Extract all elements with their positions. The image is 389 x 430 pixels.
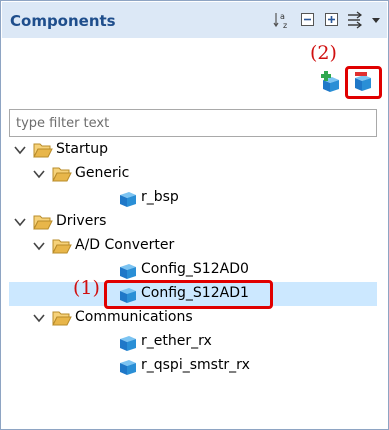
component-cube-icon — [118, 332, 138, 352]
filter-view-icon[interactable] — [346, 11, 364, 29]
tree-item-label: Drivers — [56, 213, 107, 229]
folder-open-icon — [52, 165, 72, 183]
tree-item-startup[interactable]: Startup — [9, 138, 377, 162]
svg-text:z: z — [283, 21, 287, 29]
annotation-step-2: (2) — [310, 42, 337, 64]
collapse-all-icon[interactable] — [299, 11, 317, 29]
add-component-icon[interactable] — [319, 71, 341, 93]
expand-all-icon[interactable] — [323, 11, 341, 29]
svg-text:a: a — [280, 12, 285, 21]
panel-title: Components — [10, 12, 116, 30]
tree-item-label: r_ether_rx — [141, 333, 212, 349]
tree-item-label: Startup — [56, 141, 108, 157]
chevron-down-icon[interactable] — [32, 238, 46, 252]
tree-item-config-s12ad0[interactable]: Config_S12AD0 — [9, 258, 377, 282]
tree-item-r-ether-rx[interactable]: r_ether_rx — [9, 330, 377, 354]
panel-title-bar: Components a z — [2, 2, 387, 38]
tree-item-generic[interactable]: Generic — [9, 162, 377, 186]
tree-item-drivers[interactable]: Drivers — [9, 210, 377, 234]
tree-item-label: r_bsp — [141, 189, 179, 205]
tree-item-label: Generic — [75, 165, 130, 181]
tree-item-label: Config_S12AD0 — [141, 261, 249, 277]
tree-item-r-qspi-smstr-rx[interactable]: r_qspi_smstr_rx — [9, 354, 377, 378]
chevron-down-icon[interactable] — [32, 166, 46, 180]
sort-alphabetically-icon[interactable]: a z — [273, 11, 291, 30]
folder-open-icon — [52, 309, 72, 327]
tree-item-ad-converter[interactable]: A/D Converter — [9, 234, 377, 258]
component-cube-icon — [118, 356, 138, 376]
tree-item-communications[interactable]: Communications — [9, 306, 377, 330]
component-cube-icon — [118, 188, 138, 208]
tree-item-label: r_qspi_smstr_rx — [141, 357, 250, 373]
folder-open-icon — [33, 141, 53, 159]
folder-open-icon — [52, 237, 72, 255]
chevron-down-icon[interactable] — [13, 142, 27, 156]
tree-item-label: A/D Converter — [75, 237, 175, 253]
component-cube-icon — [118, 260, 138, 280]
chevron-down-icon[interactable] — [32, 310, 46, 324]
tree-item-label: Communications — [75, 309, 193, 325]
filter-input[interactable] — [9, 109, 377, 137]
highlight-box-step-1 — [104, 280, 273, 309]
tree-item-r-bsp[interactable]: r_bsp — [9, 186, 377, 210]
folder-open-icon — [33, 213, 53, 231]
view-menu-chevron-icon[interactable] — [370, 11, 382, 29]
components-panel: Components a z (2) type filter text Star… — [0, 0, 389, 430]
highlight-box-step-2 — [345, 66, 382, 99]
chevron-down-icon[interactable] — [13, 214, 27, 228]
annotation-step-1: (1) — [73, 277, 100, 299]
